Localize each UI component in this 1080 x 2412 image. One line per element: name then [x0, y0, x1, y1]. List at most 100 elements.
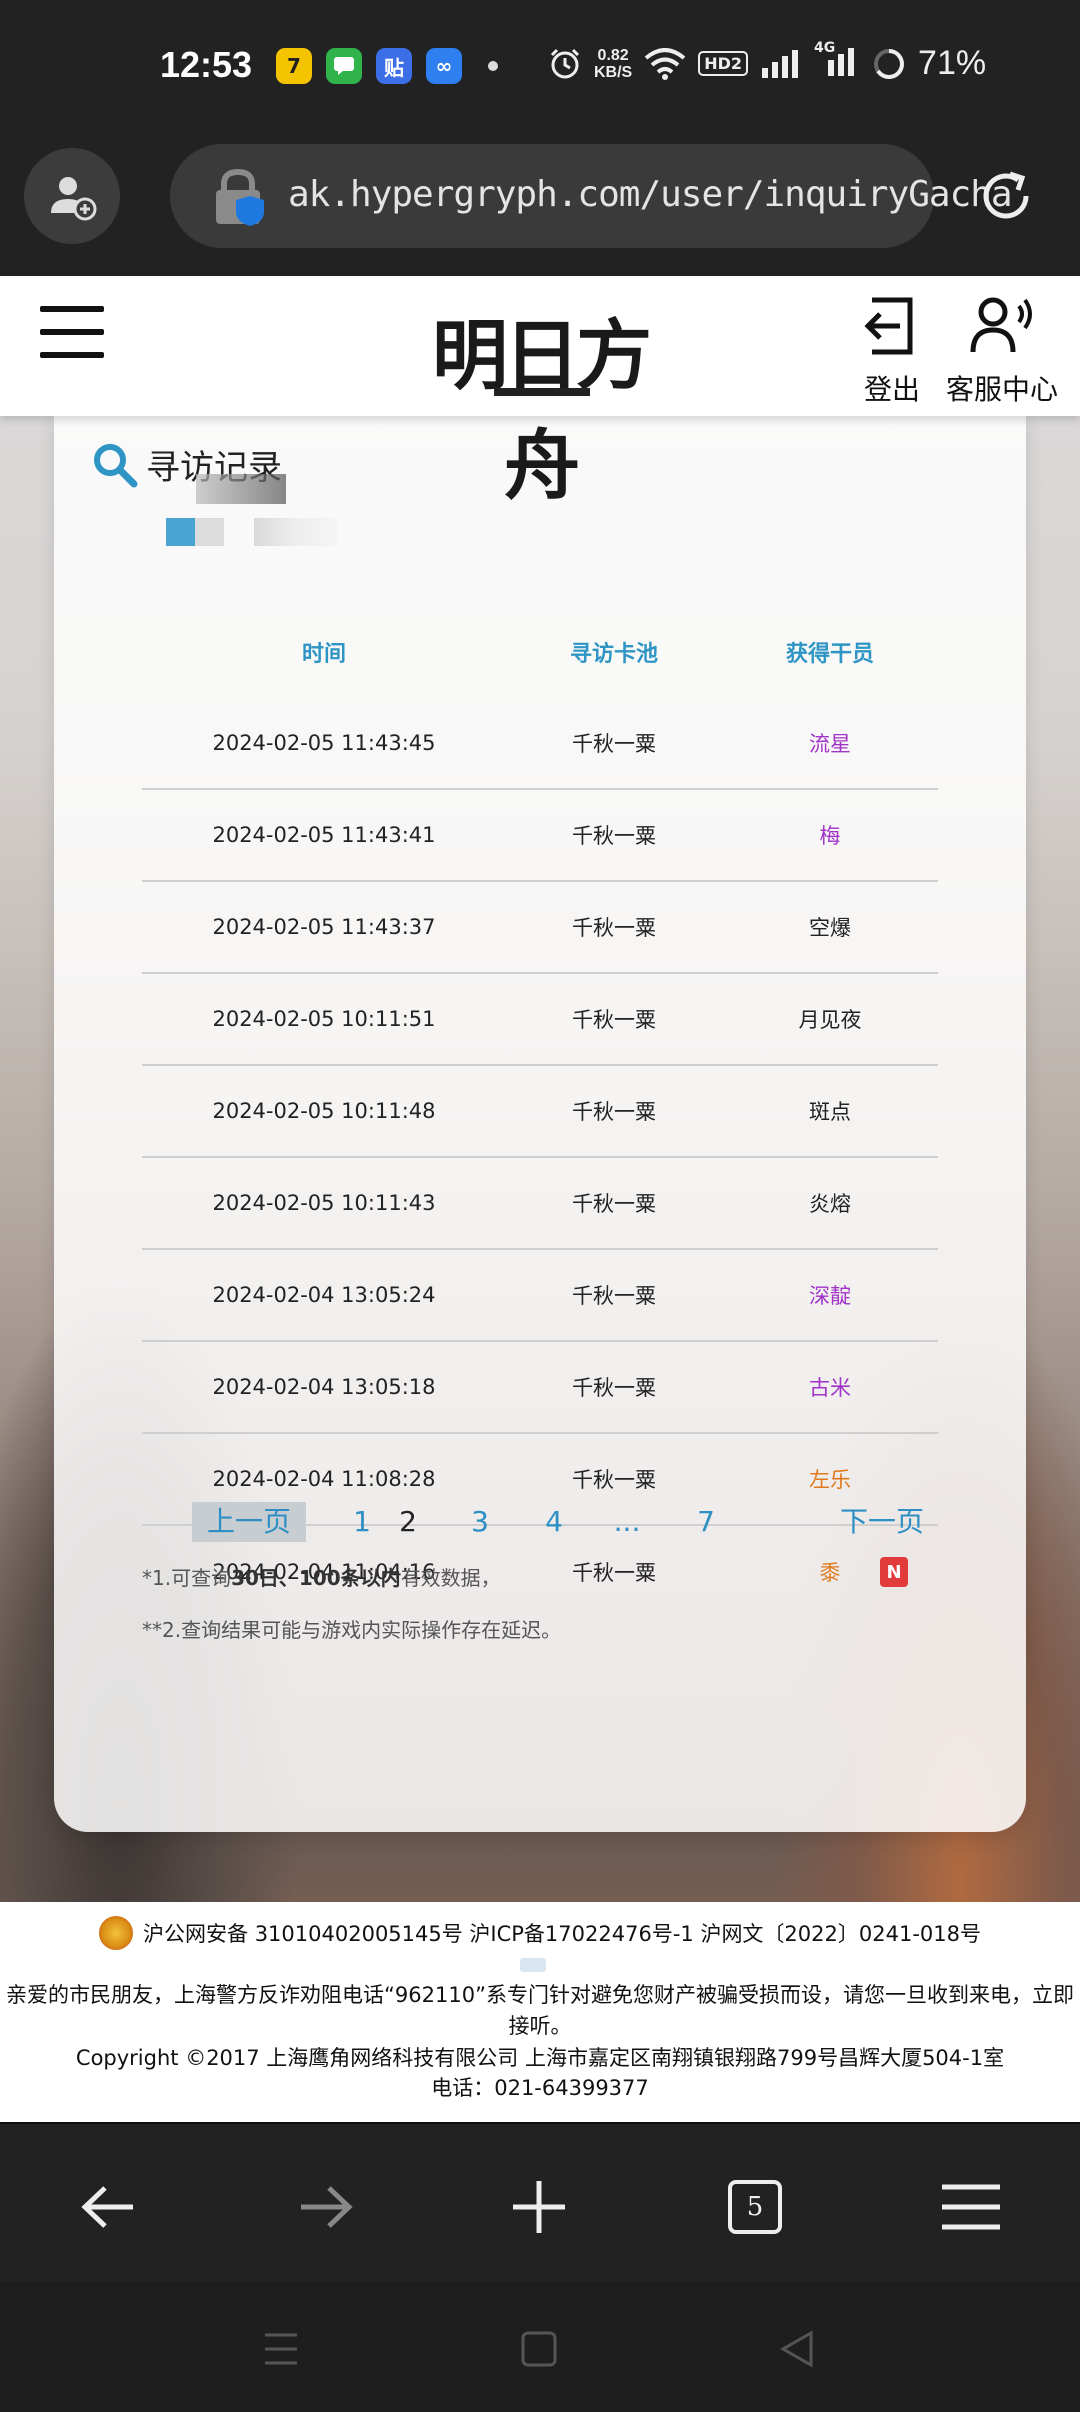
redacted-uid: [196, 474, 286, 504]
new-tab-button[interactable]: [504, 2172, 574, 2242]
menu-icon: [942, 2184, 1000, 2230]
page-4-button[interactable]: 4: [534, 1502, 574, 1542]
status-bar: 12:53 7 贴 ∞ 0.82 KB/S HD2 4G 71%: [0, 0, 1080, 140]
menu-button[interactable]: [40, 306, 104, 358]
system-navigation-bar: [0, 2282, 1080, 2412]
network-speed-value: 0.82: [597, 46, 629, 64]
tab-count: 5: [746, 2192, 764, 2222]
logout-button[interactable]: 登出: [860, 294, 924, 408]
menu-icon-bar: [40, 352, 104, 358]
alarm-icon: [550, 48, 580, 78]
arknights-logo[interactable]: 明日方舟: [420, 288, 660, 510]
cell-operator: 月见夜: [798, 1008, 862, 1032]
status-time: 12:53: [160, 44, 253, 85]
search-icon: [94, 443, 138, 487]
page-1-button[interactable]: 1: [342, 1502, 382, 1542]
address-bar[interactable]: ak.hypergryph.com/user/inquiryGacha: [170, 144, 1013, 248]
column-header-time: 时间: [301, 642, 346, 667]
logout-icon: [864, 297, 913, 355]
note-2: **2.查询结果可能与游戏内实际操作存在延迟。: [142, 1618, 562, 1642]
site-footer: 沪公网安备 31010402005145号 沪ICP备17022476号-1 沪…: [0, 1902, 1080, 2122]
prev-page-button[interactable]: 上一页: [192, 1502, 306, 1542]
tab-redacted[interactable]: [254, 518, 338, 546]
cell-operator: 空爆: [809, 916, 851, 940]
page-7-button[interactable]: 7: [686, 1502, 726, 1542]
infinity-app-icon: ∞: [426, 48, 462, 84]
cell-operator: 炎熔: [809, 1192, 851, 1216]
battery-ring-icon: [874, 48, 905, 79]
next-page-button[interactable]: 下一页: [832, 1502, 932, 1542]
system-back-button[interactable]: [772, 2324, 822, 2374]
table-body: 2024-02-05 11:43:45 千秋一粟 流星 2024-02-05 11:4…: [142, 698, 938, 1618]
page-ellipsis: ...: [613, 1505, 641, 1538]
cell-time: 2024-02-05 11:43:45: [212, 731, 436, 755]
secure-lock-icon: [210, 166, 270, 232]
tab-active-redacted[interactable]: [166, 518, 224, 546]
tabs-icon: 5: [728, 2180, 782, 2234]
cell-operator: 流星: [809, 732, 851, 756]
cell-time: 2024-02-04 11:08:28: [212, 1467, 436, 1491]
triangle-back-icon: [779, 2330, 813, 2368]
table-row: 2024-02-05 11:43:45 千秋一粟 流星: [142, 698, 938, 790]
note-1-suffix: 有效数据，: [400, 1566, 501, 1590]
customer-service-label: 客服中心: [946, 373, 1059, 406]
reload-button[interactable]: [968, 158, 1044, 234]
browser-menu-button[interactable]: [936, 2172, 1006, 2242]
cell-pool: 千秋一粟: [572, 1468, 656, 1492]
table-row: 2024-02-04 13:05:24 千秋一粟 深靛: [142, 1250, 938, 1342]
cell-pool: 千秋一粟: [572, 732, 656, 756]
table-header: 时间 寻访卡池 获得干员: [142, 606, 938, 698]
cell-time: 2024-02-05 10:11:43: [212, 1191, 436, 1215]
cell-pool: 千秋一粟: [572, 1008, 656, 1032]
home-button[interactable]: [514, 2324, 564, 2374]
back-button[interactable]: [74, 2172, 144, 2242]
network-speed: 0.82 KB/S: [594, 47, 632, 81]
recent-apps-button[interactable]: [256, 2324, 306, 2374]
table-row: 2024-02-04 13:05:18 千秋一粟 古米: [142, 1342, 938, 1434]
menu-icon-bar: [40, 306, 104, 312]
signal-4g: 4G: [814, 40, 860, 82]
column-header-pool: 寻访卡池: [569, 642, 658, 667]
battery-percent: 71%: [918, 44, 987, 82]
forward-button[interactable]: [290, 2172, 360, 2242]
pagination: 上一页 1 2 3 4 ... 7 下一页: [192, 1502, 952, 1542]
footer-copyright: Copyright ©2017 上海鹰角网络科技有限公司 上海市嘉定区南翔镇银翔…: [75, 2046, 1005, 2070]
table-row: 2024-02-05 10:11:51 千秋一粟 月见夜: [142, 974, 938, 1066]
cell-time: 2024-02-05 11:43:41: [212, 823, 436, 847]
network-type-label: 4G: [814, 39, 836, 56]
note-1-prefix: *1.可查询: [142, 1566, 232, 1590]
cell-time: 2024-02-04 13:05:24: [212, 1283, 436, 1307]
recents-icon: [265, 2333, 297, 2365]
cell-time: 2024-02-05 10:11:48: [212, 1099, 436, 1123]
page-3-button[interactable]: 3: [460, 1502, 500, 1542]
page-2-button[interactable]: 2: [388, 1502, 428, 1542]
cell-pool: 千秋一粟: [572, 1192, 656, 1216]
cell-operator: 斑点: [809, 1100, 851, 1124]
footer-anti-fraud-notice: 亲爱的市民朋友，上海警方反诈劝阻电话“962110”系专门针对避免您财产被骗受损…: [6, 1983, 1074, 2038]
footer-license-line: 沪公网安备 31010402005145号 沪ICP备17022476号-1 沪…: [0, 1916, 1080, 1950]
table-row: 2024-02-05 11:43:41 千秋一粟 梅: [142, 790, 938, 882]
signal-icon: [762, 49, 799, 78]
cell-pool: 千秋一粟: [572, 824, 656, 848]
note-1-bold: 30日、100条以内: [231, 1566, 401, 1590]
license-badge-icon: [520, 1958, 546, 1972]
cell-time: 2024-02-05 11:43:37: [212, 915, 436, 939]
customer-service-button[interactable]: 客服中心: [946, 294, 1058, 408]
cell-operator: 左乐: [809, 1468, 851, 1492]
table-row: 2024-02-05 10:11:43 千秋一粟 炎熔: [142, 1158, 938, 1250]
footer-license-text[interactable]: 沪公网安备 31010402005145号 沪ICP备17022476号-1 沪…: [143, 1918, 981, 1948]
logout-label: 登出: [863, 373, 920, 406]
hd-voice-badge: HD2: [698, 51, 749, 76]
customer-service-icon: [970, 297, 1032, 353]
status-indicators: 0.82 KB/S HD2 4G 71%: [548, 40, 987, 83]
logo-text: 明日方舟: [432, 311, 652, 510]
tabs-button[interactable]: 5: [720, 2172, 790, 2242]
game-app-icon: 7: [276, 48, 312, 84]
redacted-tabs: [166, 518, 338, 546]
notification-icons: 7 贴 ∞: [276, 48, 498, 84]
gacha-table: 时间 寻访卡池 获得干员 2024-02-05 11:43:45 千秋一粟 流星 20…: [142, 606, 938, 1618]
cell-time: 2024-02-05 10:11:51: [212, 1007, 436, 1031]
menu-icon-bar: [40, 329, 104, 335]
add-user-button[interactable]: [24, 148, 120, 244]
arrow-left-icon: [81, 2186, 133, 2228]
